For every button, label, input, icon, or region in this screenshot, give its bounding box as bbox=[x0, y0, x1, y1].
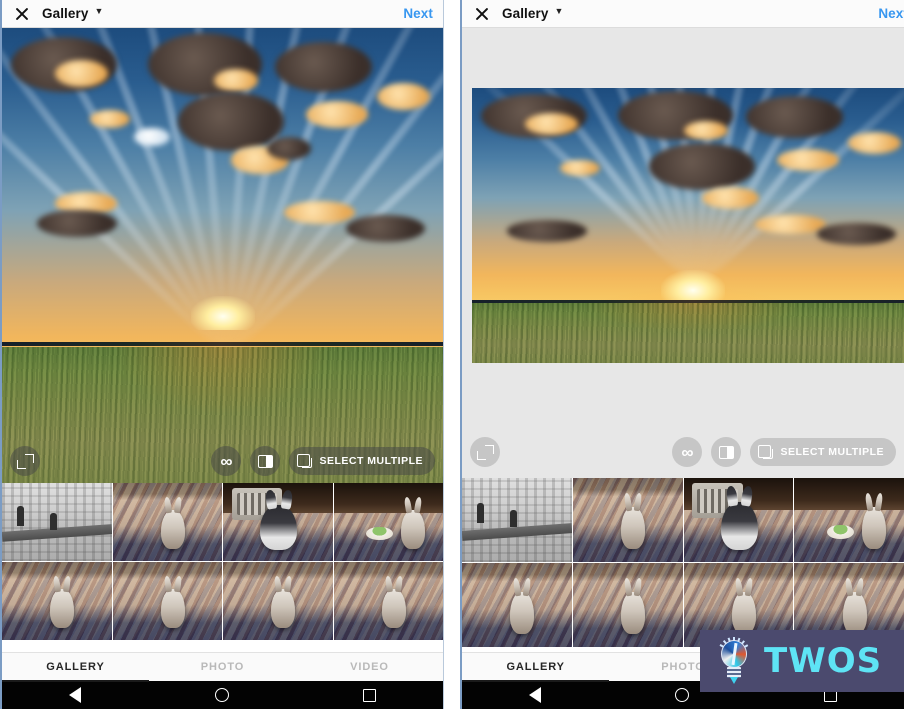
expand-corners-icon bbox=[476, 444, 494, 460]
tab-gallery[interactable]: GALLERY bbox=[2, 653, 149, 682]
circle-home-icon[interactable] bbox=[675, 688, 690, 702]
screenshot-stage: Gallery ▼ Next ∞ SELECT MULTIPLE GALLERY… bbox=[0, 0, 904, 709]
next-button[interactable]: Next bbox=[403, 6, 433, 21]
page-title: Gallery bbox=[42, 6, 89, 21]
select-multiple-label: SELECT MULTIPLE bbox=[319, 455, 423, 467]
stacked-squares-icon bbox=[758, 445, 774, 459]
expand-crop-button[interactable] bbox=[10, 446, 40, 476]
thumbnail-item[interactable] bbox=[333, 562, 443, 640]
tab-photo[interactable]: PHOTO bbox=[149, 653, 296, 681]
thumbnail-item[interactable] bbox=[2, 562, 112, 640]
selected-photo[interactable] bbox=[2, 28, 443, 483]
select-multiple-label: SELECT MULTIPLE bbox=[780, 446, 884, 458]
lightbulb-icon bbox=[712, 636, 756, 686]
layout-split-icon bbox=[257, 454, 273, 468]
square-recents-icon[interactable] bbox=[363, 688, 376, 702]
preview-overlay-controls: ∞ SELECT MULTIPLE bbox=[462, 436, 904, 468]
thumbnail-grid[interactable] bbox=[462, 478, 904, 652]
infinity-icon: ∞ bbox=[681, 442, 694, 462]
thumbnail-item[interactable] bbox=[572, 563, 683, 647]
close-icon[interactable] bbox=[472, 4, 492, 24]
thumbnail-grid[interactable] bbox=[2, 483, 443, 652]
twos-watermark: TWOS bbox=[700, 630, 904, 692]
thumbnail-item[interactable] bbox=[112, 483, 222, 561]
thumbnail-item[interactable] bbox=[2, 483, 112, 561]
thumbnail-item[interactable] bbox=[333, 483, 443, 561]
triangle-back-icon[interactable] bbox=[529, 687, 542, 703]
tab-gallery[interactable]: GALLERY bbox=[462, 653, 610, 682]
thumbnail-item[interactable] bbox=[683, 478, 794, 562]
phone-screen-left: Gallery ▼ Next ∞ SELECT MULTIPLE GALLERY… bbox=[0, 0, 444, 709]
thumbnail-item[interactable] bbox=[112, 562, 222, 640]
tab-video[interactable]: VIDEO bbox=[296, 653, 443, 681]
chevron-down-icon[interactable]: ▼ bbox=[94, 7, 103, 16]
preview-area[interactable]: ∞ SELECT MULTIPLE bbox=[2, 28, 443, 483]
infinity-icon: ∞ bbox=[220, 451, 233, 471]
thumbnail-item[interactable] bbox=[223, 483, 333, 561]
expand-crop-button[interactable] bbox=[470, 437, 500, 467]
boomerang-button[interactable]: ∞ bbox=[672, 437, 703, 467]
watermark-text: TWOS bbox=[764, 641, 883, 681]
next-button[interactable]: Next bbox=[878, 6, 904, 21]
thumbnail-item[interactable] bbox=[462, 478, 572, 562]
select-multiple-button[interactable]: SELECT MULTIPLE bbox=[289, 447, 435, 475]
layout-split-icon bbox=[718, 445, 734, 459]
preview-area[interactable]: ∞ SELECT MULTIPLE bbox=[462, 28, 904, 478]
page-title: Gallery bbox=[502, 6, 549, 21]
app-header: Gallery ▼ Next bbox=[462, 0, 904, 28]
thumbnail-item[interactable] bbox=[794, 478, 904, 562]
circle-home-icon[interactable] bbox=[215, 688, 229, 702]
selected-photo[interactable] bbox=[472, 88, 904, 363]
android-nav-bar bbox=[2, 681, 443, 709]
bottom-tab-bar: GALLERY PHOTO VIDEO bbox=[2, 652, 443, 682]
thumbnail-item[interactable] bbox=[462, 563, 572, 647]
thumbnail-item[interactable] bbox=[223, 562, 333, 640]
thumbnail-item[interactable] bbox=[572, 478, 683, 562]
triangle-back-icon[interactable] bbox=[69, 687, 81, 703]
chevron-down-icon[interactable]: ▼ bbox=[554, 7, 563, 16]
select-multiple-button[interactable]: SELECT MULTIPLE bbox=[750, 438, 896, 466]
layout-button[interactable] bbox=[711, 437, 742, 467]
close-icon[interactable] bbox=[12, 4, 32, 24]
phone-screen-right: Gallery ▼ Next bbox=[460, 0, 904, 709]
app-header: Gallery ▼ Next bbox=[2, 0, 443, 28]
stacked-squares-icon bbox=[297, 454, 313, 468]
expand-corners-icon bbox=[16, 453, 34, 469]
